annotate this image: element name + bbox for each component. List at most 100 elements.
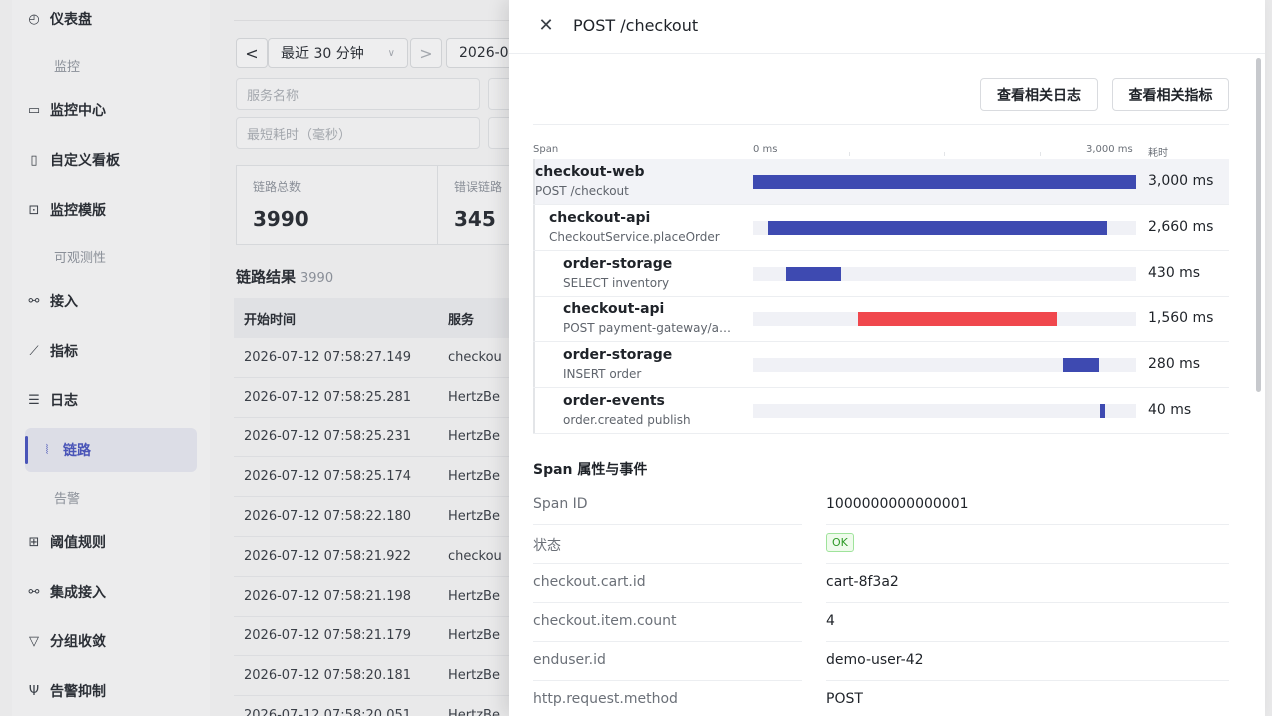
span-service-name: order-storage bbox=[563, 347, 673, 364]
table-row[interactable]: 2026-07-12 07:58:21.198 HertzBe bbox=[234, 577, 534, 617]
attributes-title: Span 属性与事件 bbox=[533, 462, 648, 478]
span-duration-bar[interactable] bbox=[786, 266, 842, 281]
table-row[interactable]: 2026-07-12 07:58:21.179 HertzBe bbox=[234, 617, 534, 657]
sidebar-section-alerts: 告警 bbox=[54, 492, 81, 507]
sidebar-item-dashboard[interactable]: ◴ 仪表盘 bbox=[26, 0, 198, 38]
scrollbar-thumb[interactable] bbox=[1256, 58, 1261, 392]
cell-start-time: 2026-07-12 07:58:20.051 bbox=[244, 708, 412, 716]
span-row[interactable]: checkout-api POST payment-gateway/authori… bbox=[533, 296, 1229, 343]
next-range-button[interactable]: > bbox=[410, 38, 442, 68]
view-related-metrics-button[interactable]: 查看相关指标 bbox=[1112, 78, 1229, 111]
sidebar-item-label: 日志 bbox=[50, 393, 78, 409]
sidebar-item-grouping[interactable]: ▽ 分组收敛 bbox=[26, 619, 198, 663]
sidebar-item-custom-board[interactable]: ▯ 自定义看板 bbox=[26, 138, 198, 182]
view-related-logs-button[interactable]: 查看相关日志 bbox=[980, 78, 1098, 111]
attribute-key: Span ID bbox=[533, 496, 588, 512]
board-icon: ▯ bbox=[30, 152, 38, 168]
span-service-name: checkout-web bbox=[535, 164, 645, 180]
cell-start-time: 2026-07-12 07:58:21.179 bbox=[244, 628, 412, 644]
link-icon: ⚯ bbox=[28, 293, 40, 309]
axis-gridline bbox=[849, 152, 850, 156]
span-row[interactable]: checkout-api CheckoutService.placeOrder 2,… bbox=[533, 204, 1229, 251]
service-name-input[interactable]: 服务名称 bbox=[236, 78, 480, 110]
stat-value: 3990 bbox=[253, 207, 309, 231]
rules-icon: ⊞ bbox=[28, 534, 40, 550]
sidebar-item-label: 集成接入 bbox=[50, 585, 106, 601]
log-icon: ☰ bbox=[28, 392, 40, 408]
sidebar-item-integrations[interactable]: ⚯ 集成接入 bbox=[26, 570, 198, 614]
sidebar-item-label: 仪表盘 bbox=[50, 12, 92, 28]
template-icon: ⊡ bbox=[28, 202, 40, 218]
stat-label: 链路总数 bbox=[253, 180, 302, 194]
span-service-name: order-storage bbox=[563, 255, 673, 272]
axis-gridline bbox=[1040, 152, 1041, 156]
table-row[interactable]: 2026-07-12 07:58:25.231 HertzBe bbox=[234, 418, 534, 458]
close-icon[interactable]: ✕ bbox=[537, 17, 555, 35]
status-badge-cell: OK bbox=[826, 533, 854, 552]
sidebar: ◴ 仪表盘 监控 ▭ 监控中心 ▯ 自定义看板 ⊡ 监控模版 可观测性 ⚯ 接入… bbox=[12, 0, 210, 716]
drawer-title: POST /checkout bbox=[573, 16, 699, 35]
span-duration-bar[interactable] bbox=[1063, 358, 1099, 373]
span-duration-label: 40 ms bbox=[1148, 402, 1192, 418]
sidebar-item-logs[interactable]: ☰ 日志 bbox=[26, 378, 198, 422]
span-duration-label: 1,560 ms bbox=[1148, 310, 1214, 327]
sidebar-item-monitor-center[interactable]: ▭ 监控中心 bbox=[26, 88, 198, 132]
sidebar-item-monitor-template[interactable]: ⊡ 监控模版 bbox=[26, 188, 198, 232]
axis-start-label: 0 ms bbox=[753, 144, 778, 155]
sidebar-item-ingest[interactable]: ⚯ 接入 bbox=[26, 279, 198, 323]
gauge-icon: ◴ bbox=[28, 11, 40, 27]
span-duration-label: 280 ms bbox=[1148, 356, 1201, 373]
time-range-select[interactable]: 最近 30 分钟 ∨ bbox=[268, 38, 408, 68]
span-row[interactable]: order-storage SELECT inventory 430 ms bbox=[533, 250, 1229, 297]
attribute-key: 状态 bbox=[533, 538, 561, 554]
span-operation-name: CheckoutService.placeOrder bbox=[549, 229, 720, 244]
axis-end-label: 3,000 ms bbox=[1086, 144, 1133, 155]
sidebar-section-observability: 可观测性 bbox=[54, 251, 107, 266]
span-duration-label: 2,660 ms bbox=[1148, 218, 1214, 235]
span-row[interactable]: checkout-web POST /checkout 3,000 ms bbox=[533, 159, 1229, 205]
sidebar-item-traces[interactable]: ⦚ 链路 bbox=[25, 428, 197, 472]
table-row[interactable]: 2026-07-12 07:58:20.051 HertzBe bbox=[234, 696, 534, 716]
attribute-value: 1000000000000001 bbox=[826, 496, 969, 512]
span-duration-bar[interactable] bbox=[767, 220, 1108, 235]
column-start-time[interactable]: 开始时间 bbox=[234, 309, 448, 328]
span-service-name: checkout-api bbox=[563, 301, 665, 318]
results-title-text: 链路结果 bbox=[236, 268, 297, 286]
span-column-header: Span bbox=[533, 144, 559, 155]
table-row[interactable]: 2026-07-12 07:58:25.174 HertzBe bbox=[234, 457, 534, 498]
divider bbox=[234, 20, 524, 21]
cell-start-time: 2026-07-12 07:58:25.231 bbox=[244, 429, 412, 445]
attribute-row: enduser.id demo-user-42 bbox=[533, 642, 1229, 681]
sidebar-item-label: 自定义看板 bbox=[50, 153, 120, 169]
attribute-value: POST bbox=[826, 691, 863, 707]
monitor-icon: ▭ bbox=[27, 102, 41, 118]
attribute-key: http.request.method bbox=[533, 691, 678, 707]
span-track bbox=[753, 266, 1136, 281]
span-duration-bar[interactable] bbox=[1100, 404, 1106, 418]
filter-icon: ▽ bbox=[29, 633, 39, 649]
span-row[interactable]: order-storage INSERT order 280 ms bbox=[533, 342, 1229, 389]
sidebar-item-metrics[interactable]: ⟋ 指标 bbox=[26, 329, 198, 373]
table-row[interactable]: 2026-07-12 07:58:22.180 HertzBe bbox=[234, 497, 534, 537]
sidebar-item-suppression[interactable]: Ψ 告警抑制 bbox=[26, 669, 198, 713]
chevron-down-icon: ∨ bbox=[387, 47, 395, 59]
span-track bbox=[753, 404, 1136, 418]
cell-start-time: 2026-07-12 07:58:27.149 bbox=[244, 349, 412, 365]
sidebar-item-label: 告警抑制 bbox=[50, 684, 106, 700]
sidebar-item-threshold-rules[interactable]: ⊞ 阈值规则 bbox=[26, 520, 198, 564]
time-range-value: 最近 30 分钟 bbox=[281, 46, 364, 62]
span-row[interactable]: order-events order.created publish 40 ms bbox=[533, 388, 1229, 434]
table-row[interactable]: 2026-07-12 07:58:21.922 checkou bbox=[234, 537, 534, 577]
cell-start-time: 2026-07-12 07:58:20.181 bbox=[244, 668, 412, 684]
span-duration-bar[interactable] bbox=[857, 312, 1057, 327]
prev-range-button[interactable]: < bbox=[236, 38, 268, 68]
table-row[interactable]: 2026-07-12 07:58:20.181 HertzBe bbox=[234, 656, 534, 697]
table-row[interactable]: 2026-07-12 07:58:25.281 HertzBe bbox=[234, 378, 534, 418]
plug-icon: ⚯ bbox=[28, 584, 40, 600]
sidebar-item-label: 链路 bbox=[63, 443, 91, 459]
span-duration-bar[interactable] bbox=[753, 175, 1136, 189]
table-row[interactable]: 2026-07-12 07:58:27.149 checkou bbox=[234, 338, 534, 378]
stat-total-traces: 链路总数 3990 bbox=[236, 165, 438, 245]
attribute-value: 4 bbox=[826, 613, 835, 629]
min-duration-input[interactable]: 最短耗时（毫秒） bbox=[236, 117, 480, 149]
